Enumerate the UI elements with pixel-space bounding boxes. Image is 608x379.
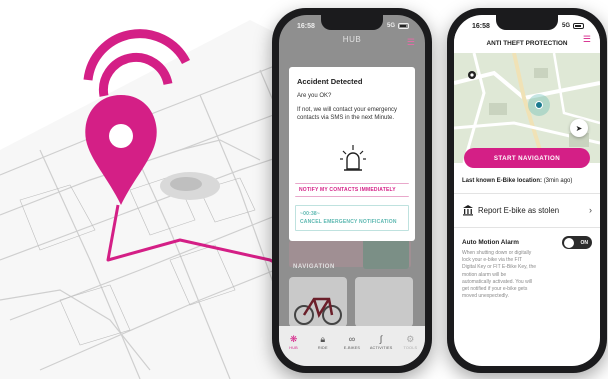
page-title: HUB [342, 35, 362, 44]
motion-alarm-description: When shutting down or digitally lock you… [462, 250, 537, 300]
bike-icon: ∞ [348, 334, 356, 344]
siren-icon [339, 143, 367, 173]
tab-hub[interactable]: ❋ HUB [281, 334, 307, 366]
start-navigation-button[interactable]: START NAVIGATION [464, 148, 590, 168]
last-known-location: Last known E-Bike location: (3min ago) [462, 178, 572, 184]
status-time: 16:58 [472, 22, 490, 30]
tab-ebikes[interactable]: ∞ E-BIKES [339, 334, 365, 366]
tab-ride[interactable]: 🔒︎ RIDE [310, 334, 336, 366]
tab-label: E-BIKES [343, 346, 361, 350]
tab-label: RIDE [317, 346, 328, 350]
cancel-label: CANCEL EMERGENCY NOTIFICATION [300, 219, 397, 225]
report-stolen-label: Report E-bike as stolen [478, 205, 560, 215]
chevron-right-icon: › [589, 205, 592, 215]
route-icon: ∫ [379, 334, 383, 344]
countdown: ~00:38~ [300, 211, 321, 217]
cancel-emergency-button[interactable]: ~00:38~ CANCEL EMERGENCY NOTIFICATION [295, 205, 409, 231]
alert-message: If not, we will contact your emergency c… [297, 106, 398, 122]
hub-screen: 16:58 5G HUB ☰ NAVIGATION Accident Detec… [279, 15, 425, 366]
motion-alarm-title: Auto Motion Alarm [462, 239, 519, 246]
battery-icon [398, 23, 409, 29]
toggle-state: ON [580, 239, 589, 246]
alert-question: Are you OK? [297, 93, 332, 99]
phone-hub: 16:58 5G HUB ☰ NAVIGATION Accident Detec… [272, 8, 432, 373]
network-label: 5G [386, 23, 395, 29]
ebike-icon [294, 297, 342, 325]
tab-bar: ❋ HUB 🔒︎ RIDE ∞ E-BIKES ∫ ACTIVITIES ⚙ T… [279, 326, 425, 366]
divider [454, 193, 600, 194]
tab-activities[interactable]: ∫ ACTIVITIES [368, 334, 394, 366]
phone-notch [496, 15, 558, 30]
accident-alert-dialog: Accident Detected Are you OK? If not, we… [289, 67, 415, 241]
police-icon [463, 205, 473, 216]
lock-icon: 🔒︎ [320, 334, 326, 344]
notify-contacts-button[interactable]: NOTIFY MY CONTACTS IMMEDIATELY [295, 183, 409, 197]
locate-icon[interactable]: ➤ [570, 119, 588, 137]
last-known-label: Last known E-Bike location: [462, 178, 543, 184]
network-label: 5G [561, 23, 570, 29]
tools-icon: ⚙ [406, 334, 415, 344]
tab-label: HUB [289, 346, 298, 350]
phone-notch [321, 15, 383, 30]
ebike-card[interactable] [289, 277, 347, 327]
phone-anti-theft: 16:58 5G ← ANTI THEFT PROTECTION ☰ ➤ STA… [447, 8, 607, 373]
divider [454, 227, 600, 228]
battery-icon [573, 23, 584, 29]
tab-tools[interactable]: ⚙ TOOLS [397, 334, 423, 366]
map-card[interactable] [355, 277, 413, 327]
status-time: 16:58 [297, 22, 315, 30]
anti-theft-screen: 16:58 5G ← ANTI THEFT PROTECTION ☰ ➤ STA… [454, 15, 600, 366]
tab-label: ACTIVITIES [369, 346, 393, 350]
menu-icon[interactable]: ☰ [583, 34, 591, 45]
alert-title: Accident Detected [297, 77, 363, 86]
tab-label: TOOLS [403, 346, 418, 350]
hub-icon: ❋ [289, 334, 298, 344]
location-map[interactable] [454, 53, 600, 163]
menu-icon[interactable]: ☰ [407, 37, 415, 48]
motion-alarm-toggle[interactable]: ON [562, 236, 592, 249]
section-label: NAVIGATION [293, 264, 335, 270]
report-stolen-row[interactable]: Report E-bike as stolen › [462, 200, 592, 220]
page-title: ANTI THEFT PROTECTION [454, 33, 600, 53]
last-known-time: (3min ago) [543, 178, 573, 184]
